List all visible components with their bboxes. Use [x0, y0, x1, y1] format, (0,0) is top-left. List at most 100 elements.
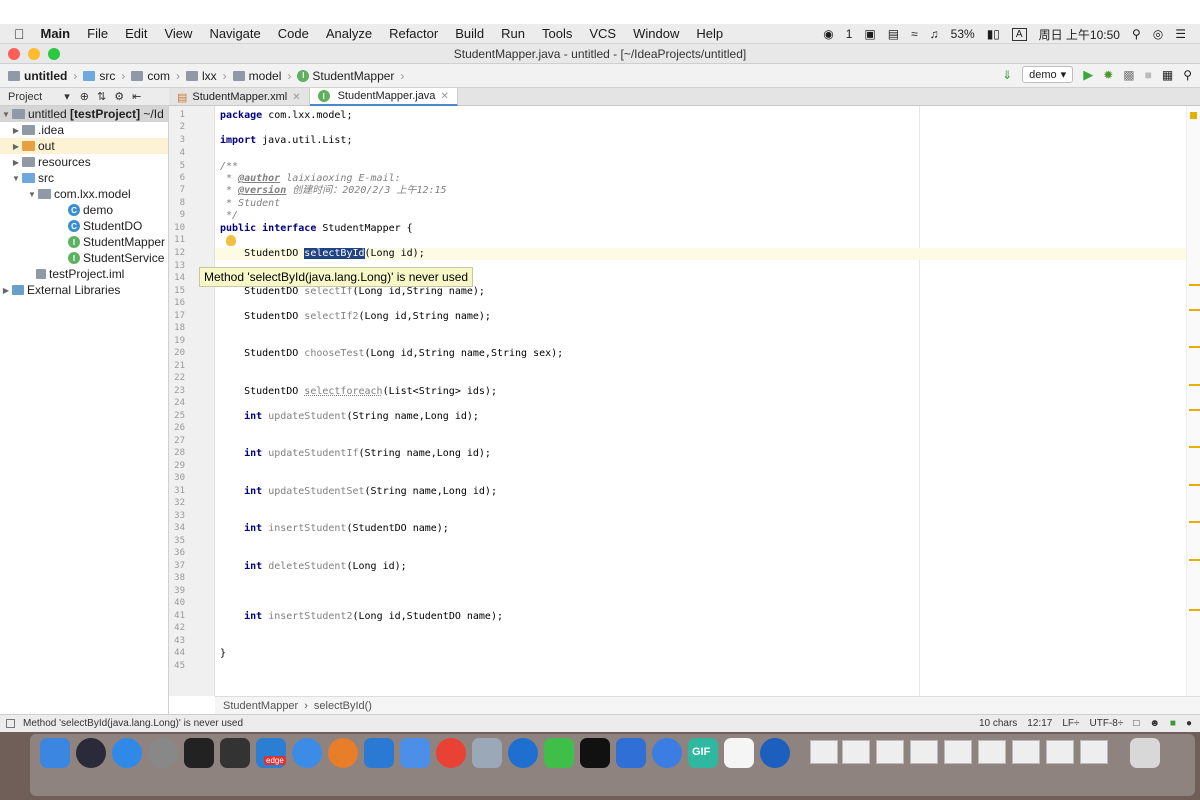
warning-mark[interactable] — [1189, 609, 1200, 611]
menu-refactor[interactable]: Refactor — [389, 26, 438, 41]
window-thumbnail[interactable] — [1080, 740, 1108, 764]
tab-studentmapper-java[interactable]: I StudentMapper.java ✕ — [309, 88, 458, 106]
warning-mark[interactable] — [1189, 384, 1200, 386]
crumb-src[interactable]: src › — [83, 69, 125, 83]
menu-navigate[interactable]: Navigate — [209, 26, 260, 41]
window-thumbnail[interactable] — [978, 740, 1006, 764]
vscode-icon[interactable] — [364, 738, 394, 768]
menu-help[interactable]: Help — [696, 26, 723, 41]
warning-mark[interactable] — [1189, 521, 1200, 523]
notification-icon[interactable]: ☰ — [1175, 27, 1186, 41]
document-thumbnail[interactable] — [810, 740, 838, 764]
tab-studentmapper-xml[interactable]: ▤ StudentMapper.xml ✕ — [169, 88, 310, 106]
wps-icon[interactable] — [616, 738, 646, 768]
menu-edit[interactable]: Edit — [125, 26, 147, 41]
close-icon[interactable]: ✕ — [292, 92, 300, 103]
selected-method-name[interactable]: selectById — [304, 248, 365, 259]
window-thumbnail[interactable] — [876, 740, 904, 764]
crumb-lxx[interactable]: lxx › — [186, 69, 227, 83]
trash-icon[interactable] — [1130, 738, 1160, 768]
wechat-icon[interactable]: ◉ — [823, 27, 833, 41]
battery-icon[interactable]: ▮▯ — [987, 27, 1000, 41]
wechat-app-icon[interactable] — [544, 738, 574, 768]
lightbulb-icon[interactable] — [226, 235, 236, 246]
color-wheel-icon[interactable] — [328, 738, 358, 768]
warning-mark[interactable] — [1189, 284, 1200, 286]
debug-icon[interactable]: ✹ — [1103, 68, 1113, 82]
apple-icon[interactable]:  — [14, 26, 25, 42]
window-thumbnail[interactable] — [842, 740, 870, 764]
clipboard-icon[interactable]: ▤ — [888, 27, 899, 41]
quicktime-icon[interactable] — [760, 738, 790, 768]
stop-icon[interactable]: ■ — [1145, 68, 1152, 82]
tree-item-studentdo[interactable]: C StudentDO — [0, 218, 168, 234]
finder-icon[interactable] — [40, 738, 70, 768]
line-separator[interactable]: LF÷ — [1062, 718, 1079, 729]
run-config-select[interactable]: demo ▾ — [1022, 66, 1074, 83]
menu-analyze[interactable]: Analyze — [326, 26, 372, 41]
wifi-icon[interactable]: ≈ — [911, 27, 918, 41]
menu-app[interactable]: Main — [41, 26, 71, 41]
close-icon[interactable]: ✕ — [440, 91, 448, 102]
lock-icon[interactable]: □ — [1133, 718, 1139, 729]
intellij-icon[interactable] — [580, 738, 610, 768]
breadcrumb-method[interactable]: selectById() — [314, 700, 372, 712]
siri-icon[interactable] — [76, 738, 106, 768]
project-structure-icon[interactable]: ▦ — [1162, 68, 1173, 82]
tree-item-external-libraries[interactable]: ▶ External Libraries — [0, 282, 168, 298]
locate-icon[interactable]: ⊕ — [80, 90, 89, 103]
window-thumbnail[interactable] — [1046, 740, 1074, 764]
file-encoding[interactable]: UTF-8÷ — [1090, 718, 1124, 729]
warning-indicator-icon[interactable] — [1190, 112, 1197, 119]
tree-item-studentservice[interactable]: I StudentService — [0, 250, 168, 266]
tree-item-studentmapper[interactable]: I StudentMapper — [0, 234, 168, 250]
spotlight-icon[interactable]: ⚲ — [1132, 27, 1141, 41]
project-view-select[interactable]: Project — [8, 91, 42, 103]
clock[interactable]: 周日 上午10:50 — [1039, 26, 1120, 43]
edit-app-icon[interactable] — [400, 738, 430, 768]
terminal-icon[interactable] — [184, 738, 214, 768]
tree-item-demo[interactable]: Cdemo — [0, 202, 168, 218]
event-log-icon[interactable]: ■ — [1170, 718, 1176, 729]
volume-icon[interactable]: ♫ — [930, 27, 939, 41]
search-icon[interactable]: ⚲ — [1183, 68, 1192, 82]
chrome-icon[interactable] — [436, 738, 466, 768]
crumb-studentmapper[interactable]: I StudentMapper › — [297, 69, 404, 83]
input-source[interactable]: A — [1011, 27, 1027, 41]
run-icon[interactable]: ▶ — [1083, 67, 1093, 83]
gear-icon[interactable]: ⚙ — [114, 90, 124, 103]
window-thumbnail[interactable] — [944, 740, 972, 764]
menu-tools[interactable]: Tools — [542, 26, 572, 41]
tree-item-resources[interactable]: ▶ resources — [0, 154, 168, 170]
inspector-icon[interactable]: ☻ — [1149, 718, 1160, 729]
window-thumbnail[interactable] — [1012, 740, 1040, 764]
menu-vcs[interactable]: VCS — [589, 26, 616, 41]
tree-item-idea[interactable]: ▶ .idea — [0, 122, 168, 138]
menu-file[interactable]: File — [87, 26, 108, 41]
tree-item-src[interactable]: ▼ src — [0, 170, 168, 186]
warning-mark[interactable] — [1189, 309, 1200, 311]
safari-icon[interactable] — [112, 738, 142, 768]
docker-icon[interactable]: ▣ — [864, 27, 875, 41]
tree-item-package[interactable]: ▼ com.lxx.model — [0, 186, 168, 202]
menu-build[interactable]: Build — [455, 26, 484, 41]
tree-item-untitled[interactable]: ▼ untitled [testProject] ~/Id — [0, 106, 168, 122]
tool-window-toggle-icon[interactable] — [6, 719, 15, 728]
java-icon[interactable] — [724, 738, 754, 768]
breadcrumb-interface[interactable]: StudentMapper — [223, 700, 298, 712]
window-thumbnail[interactable] — [910, 740, 938, 764]
menu-code[interactable]: Code — [278, 26, 309, 41]
menu-window[interactable]: Window — [633, 26, 679, 41]
siri-icon[interactable]: ◎ — [1153, 27, 1163, 41]
memory-indicator-icon[interactable]: ● — [1186, 718, 1192, 729]
hide-panel-icon[interactable]: ⇤ — [132, 90, 141, 103]
warning-mark[interactable] — [1189, 484, 1200, 486]
menu-run[interactable]: Run — [501, 26, 525, 41]
crumb-com[interactable]: com › — [131, 69, 180, 83]
maps-pin-icon[interactable] — [508, 738, 538, 768]
feishu-icon[interactable] — [292, 738, 322, 768]
crumb-model[interactable]: model › — [232, 69, 291, 83]
collapse-icon[interactable]: ⇅ — [97, 90, 106, 103]
docker-edge-icon[interactable]: edge — [256, 738, 286, 768]
error-stripe[interactable] — [1186, 106, 1200, 696]
